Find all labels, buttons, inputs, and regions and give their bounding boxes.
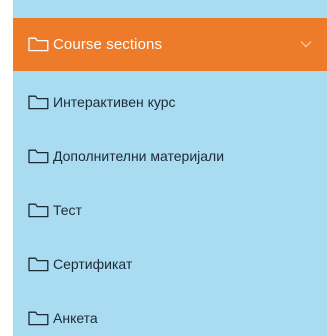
section-item-label: Дополнителни материјали xyxy=(53,148,225,164)
folder-icon xyxy=(28,37,49,52)
section-item-additional-materials[interactable]: Дополнителни материјали xyxy=(13,140,327,172)
section-item-label: Сертификат xyxy=(53,256,133,272)
section-item-survey[interactable]: Анкета xyxy=(13,302,327,334)
section-item-label: Интерактивен курс xyxy=(53,94,176,110)
folder-icon xyxy=(28,203,49,217)
folder-icon xyxy=(28,149,49,163)
section-item-certificate[interactable]: Сертификат xyxy=(13,248,327,280)
section-item-label: Анкета xyxy=(53,310,98,326)
course-sections-title: Course sections xyxy=(53,36,163,53)
section-item-label: Тест xyxy=(53,202,82,218)
folder-icon xyxy=(28,311,49,325)
chevron-down-icon[interactable] xyxy=(299,39,313,49)
course-sections-header[interactable]: Course sections xyxy=(13,18,327,71)
section-item-test[interactable]: Тест xyxy=(13,194,327,226)
folder-icon xyxy=(28,95,49,109)
section-item-interactive-course[interactable]: Интерактивен курс xyxy=(13,86,327,118)
folder-icon xyxy=(28,257,49,271)
course-sections-panel: Course sections Интерактивен курс Дополн… xyxy=(0,0,327,336)
